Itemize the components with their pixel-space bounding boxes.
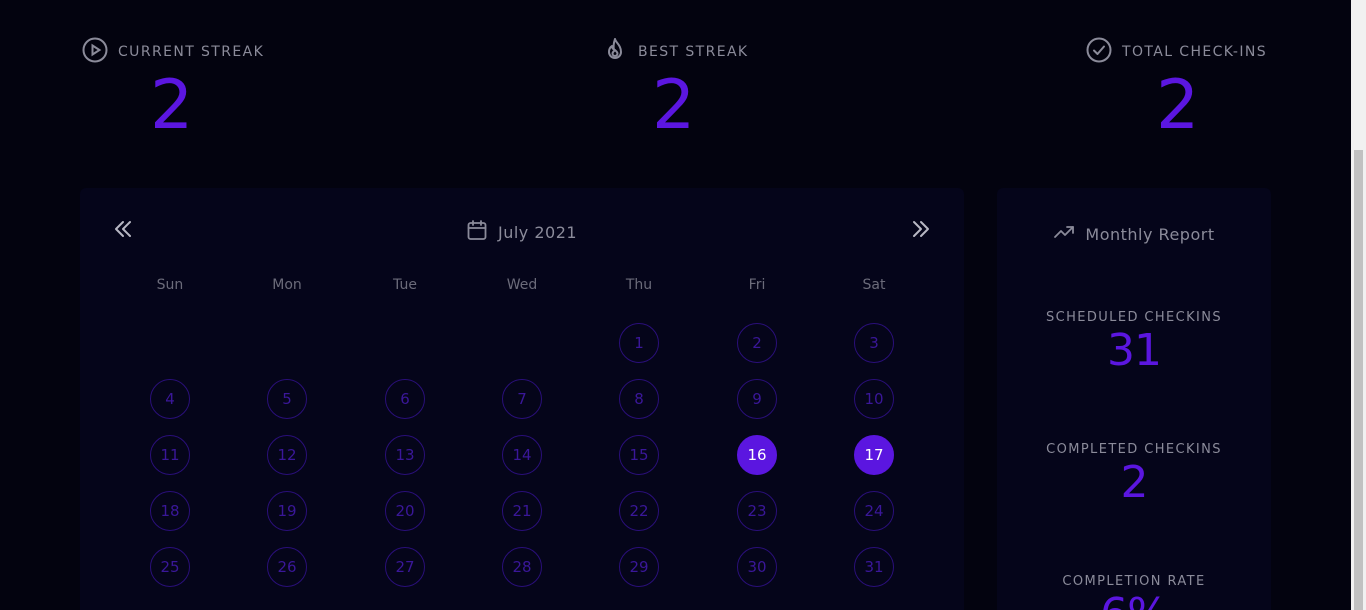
calendar-day-3[interactable]: 3 — [854, 323, 894, 363]
monthly-report-card: Monthly Report SCHEDULED CHECKINS 31 COM… — [997, 188, 1271, 610]
calendar-day-7[interactable]: 7 — [502, 379, 542, 419]
trending-up-icon — [1053, 221, 1075, 247]
calendar-day-29[interactable]: 29 — [619, 547, 659, 587]
calendar-day-21[interactable]: 21 — [502, 491, 542, 531]
flame-icon — [602, 37, 628, 67]
weekday-sun: Sun — [156, 277, 184, 293]
calendar-day-11[interactable]: 11 — [150, 435, 190, 475]
weekday-sat: Sat — [862, 277, 886, 293]
completed-checkins-label: COMPLETED CHECKINS — [1046, 442, 1222, 457]
scheduled-checkins-label: SCHEDULED CHECKINS — [1045, 310, 1223, 325]
calendar-day-16[interactable]: 16 — [737, 435, 777, 475]
calendar-day-22[interactable]: 22 — [619, 491, 659, 531]
calendar-day-10[interactable]: 10 — [854, 379, 894, 419]
calendar-day-19[interactable]: 19 — [267, 491, 307, 531]
best-streak-stat: BEST STREAK 2 — [602, 37, 749, 140]
weekday-tue: Tue — [393, 277, 417, 293]
calendar-day-27[interactable]: 27 — [385, 547, 425, 587]
calendar-day-1[interactable]: 1 — [619, 323, 659, 363]
completed-checkins-metric: COMPLETED CHECKINS 2 — [997, 442, 1271, 505]
play-circle-icon — [82, 37, 108, 67]
calendar-day-18[interactable]: 18 — [150, 491, 190, 531]
calendar-day-13[interactable]: 13 — [385, 435, 425, 475]
weekday-wed: Wed — [506, 277, 538, 293]
completed-checkins-value: 2 — [1120, 457, 1149, 508]
report-title: Monthly Report — [997, 221, 1271, 247]
calendar-day-28[interactable]: 28 — [502, 547, 542, 587]
weekday-fri: Fri — [748, 277, 766, 293]
weekday-thu: Thu — [625, 277, 653, 293]
total-checkins-value: 2 — [1156, 66, 1199, 145]
calendar-day-8[interactable]: 8 — [619, 379, 659, 419]
prev-month-button[interactable] — [108, 216, 138, 246]
calendar-day-17[interactable]: 17 — [854, 435, 894, 475]
chevrons-left-icon — [112, 218, 134, 244]
calendar-day-9[interactable]: 9 — [737, 379, 777, 419]
completion-rate-value: 6% — [997, 593, 1271, 610]
next-month-button[interactable] — [906, 216, 936, 246]
calendar-day-14[interactable]: 14 — [502, 435, 542, 475]
calendar-day-12[interactable]: 12 — [267, 435, 307, 475]
page-scrollbar[interactable] — [1351, 0, 1366, 610]
weekday-mon: Mon — [272, 277, 302, 293]
current-streak-stat: CURRENT STREAK 2 — [82, 37, 265, 140]
calendar-day-25[interactable]: 25 — [150, 547, 190, 587]
calendar-day-23[interactable]: 23 — [737, 491, 777, 531]
scheduled-checkins-metric: SCHEDULED CHECKINS 31 — [997, 310, 1271, 373]
calendar-header: July 2021 — [80, 216, 964, 246]
current-streak-value: 2 — [150, 66, 193, 145]
calendar-day-30[interactable]: 30 — [737, 547, 777, 587]
calendar-day-6[interactable]: 6 — [385, 379, 425, 419]
completion-rate-metric: COMPLETION RATE 6% — [997, 574, 1271, 610]
completion-rate-label: COMPLETION RATE — [1062, 574, 1206, 589]
page: CURRENT STREAK 2 BEST STREAK 2 TOTAL CHE… — [0, 0, 1351, 610]
month-label: July 2021 — [498, 222, 578, 242]
calendar-icon — [466, 219, 488, 245]
report-title-label: Monthly Report — [1085, 224, 1215, 244]
best-streak-value: 2 — [652, 66, 695, 145]
calendar-day-24[interactable]: 24 — [854, 491, 894, 531]
calendar-day-15[interactable]: 15 — [619, 435, 659, 475]
calendar-card: July 2021 Sun Mon Tue Wed Thu Fri Sat 12345678… — [80, 188, 964, 610]
calendar-day-4[interactable]: 4 — [150, 379, 190, 419]
calendar-day-26[interactable]: 26 — [267, 547, 307, 587]
best-streak-label: BEST STREAK — [638, 44, 749, 60]
calendar-day-31[interactable]: 31 — [854, 547, 894, 587]
month-title: July 2021 — [466, 219, 577, 245]
check-circle-icon — [1086, 37, 1112, 67]
total-checkins-stat: TOTAL CHECK-INS 2 — [1086, 37, 1268, 140]
current-streak-label: CURRENT STREAK — [118, 44, 265, 60]
calendar-day-20[interactable]: 20 — [385, 491, 425, 531]
calendar-day-2[interactable]: 2 — [737, 323, 777, 363]
chevrons-right-icon — [910, 218, 932, 244]
scrollbar-thumb[interactable] — [1354, 150, 1363, 610]
scheduled-checkins-value: 31 — [1107, 325, 1162, 376]
calendar-day-5[interactable]: 5 — [267, 379, 307, 419]
total-checkins-label: TOTAL CHECK-INS — [1122, 44, 1268, 60]
